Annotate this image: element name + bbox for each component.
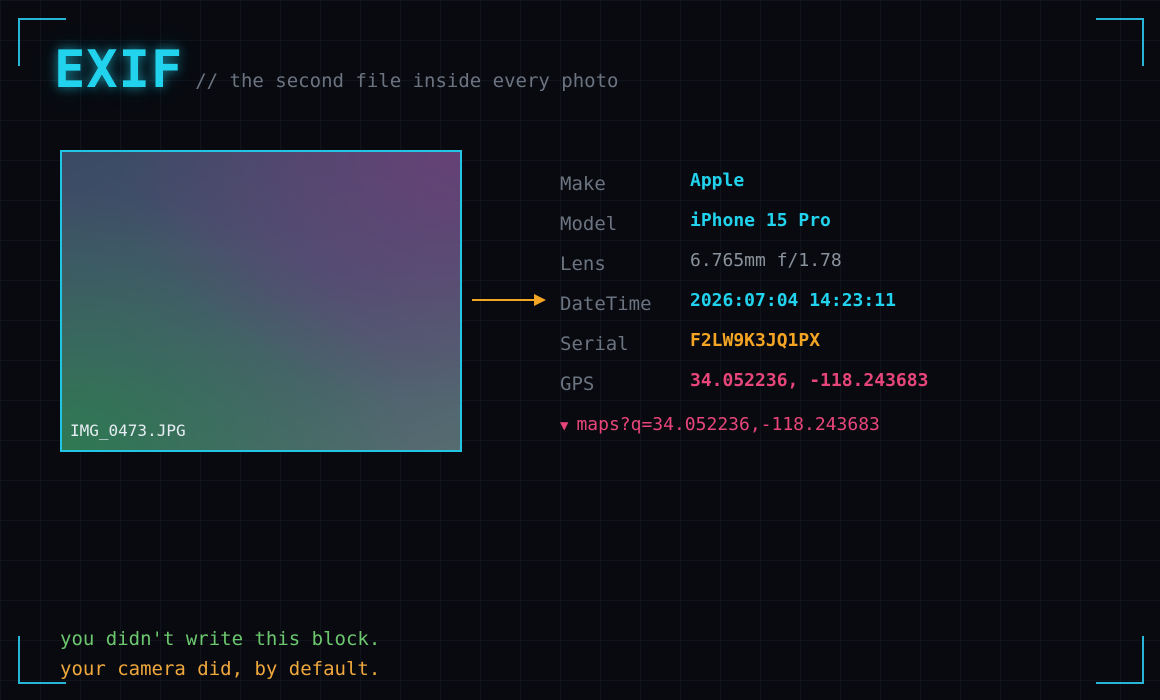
footer-note: you didn't write this block. your camera…: [60, 624, 380, 684]
exif-key: Serial: [560, 333, 629, 355]
exif-key: Make: [560, 173, 606, 195]
frame-corner-bottom-right: [1096, 636, 1144, 684]
exif-row-make: Make Apple: [560, 160, 928, 200]
page-header: EXIF // the second file inside every pho…: [54, 38, 618, 102]
maps-link[interactable]: ▼ maps?q=34.052236,-118.243683: [560, 414, 880, 435]
exif-value: Apple: [690, 169, 745, 191]
exif-row-model: Model iPhone 15 Pro: [560, 200, 928, 240]
exif-key: Model: [560, 213, 618, 235]
exif-value: 2026:07:04 14:23:11: [690, 289, 896, 311]
page-subtitle: // the second file inside every photo: [195, 70, 619, 92]
exif-value: iPhone 15 Pro: [690, 209, 831, 231]
exif-value: 6.765mm f/1.78: [690, 249, 842, 271]
page-title: EXIF: [54, 40, 184, 100]
maps-link-text: maps?q=34.052236,-118.243683: [576, 414, 880, 435]
exif-value: 34.052236, -118.243683: [690, 369, 929, 391]
exif-row-datetime: DateTime 2026:07:04 14:23:11: [560, 280, 928, 320]
photo-preview: IMG_0473.JPG: [60, 150, 462, 452]
exif-row-serial: Serial F2LW9K3JQ1PX: [560, 320, 928, 360]
photo-filename: IMG_0473.JPG: [70, 421, 186, 440]
exif-key: DateTime: [560, 293, 652, 315]
exif-value: F2LW9K3JQ1PX: [690, 329, 821, 351]
footer-line-1: you didn't write this block.: [60, 628, 381, 650]
exif-key: Lens: [560, 253, 606, 275]
footer-line-2: your camera did, by default.: [60, 658, 381, 680]
arrow-right-icon: [472, 294, 546, 306]
triangle-down-icon: ▼: [560, 418, 569, 434]
exif-row-gps: GPS 34.052236, -118.243683: [560, 360, 928, 400]
frame-corner-bottom-left: [18, 636, 66, 684]
exif-key: GPS: [560, 373, 595, 395]
exif-table: Make Apple Model iPhone 15 Pro Lens 6.765mm f…: [560, 160, 928, 400]
frame-corner-top-right: [1096, 18, 1144, 66]
exif-row-lens: Lens 6.765mm f/1.78: [560, 240, 928, 280]
